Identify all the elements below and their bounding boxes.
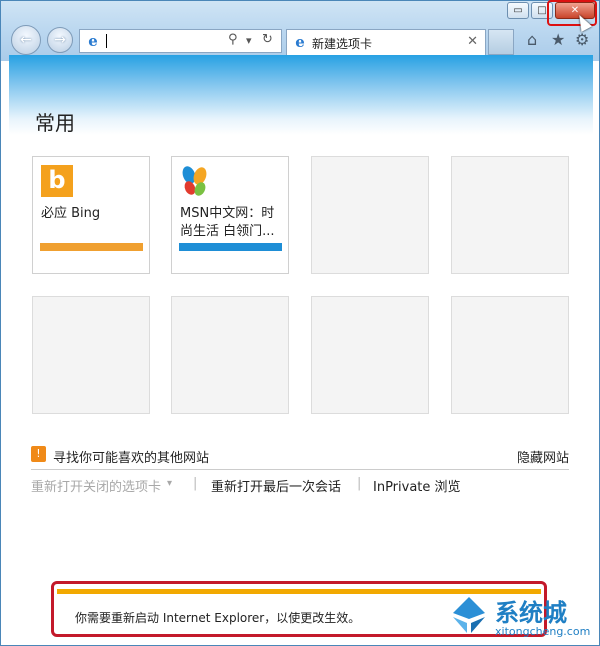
- tile-msn[interactable]: MSN中文网：时尚生活 白领门...: [171, 156, 289, 274]
- watermark-url: xitongcheng.com: [495, 625, 591, 638]
- page-title: 常用: [35, 111, 75, 135]
- title-bar: ▭ □ ✕ ← → e ⚲ ▾ ↻ e 新建选项卡 ✕ ⌂ ★ ⚙: [1, 0, 599, 61]
- new-tab-button[interactable]: [488, 29, 514, 55]
- bing-logo-icon: b: [41, 165, 73, 197]
- dropdown-icon[interactable]: ▾: [246, 34, 252, 47]
- tile-bing[interactable]: b 必应 Bing: [32, 156, 150, 274]
- lightbulb-icon: !: [31, 446, 46, 462]
- tile-title: 必应 Bing: [41, 206, 101, 221]
- watermark-logo-icon: [453, 597, 485, 633]
- refresh-icon[interactable]: ↻: [262, 32, 273, 47]
- home-icon[interactable]: ⌂: [527, 30, 537, 49]
- settings-icon[interactable]: ⚙: [575, 30, 589, 49]
- ie-tab-icon: e: [295, 33, 305, 51]
- tile-empty[interactable]: [311, 296, 429, 414]
- ie-window: ▭ □ ✕ ← → e ⚲ ▾ ↻ e 新建选项卡 ✕ ⌂ ★ ⚙ 常用 b 必…: [0, 0, 600, 646]
- favorites-icon[interactable]: ★: [551, 30, 565, 49]
- forward-arrow-icon: →: [54, 32, 66, 48]
- tile-title: MSN中文网：时尚生活 白领门...: [180, 206, 275, 239]
- address-bar[interactable]: e ⚲ ▾ ↻: [79, 29, 282, 53]
- watermark: 系统城 xitongcheng.com: [447, 591, 597, 645]
- hide-sites-link[interactable]: 隐藏网站: [517, 447, 569, 466]
- inprivate-link[interactable]: InPrivate 浏览: [373, 476, 461, 495]
- minimize-button[interactable]: ▭: [507, 2, 529, 19]
- link-separator: |: [193, 476, 198, 491]
- ie-logo-icon: e: [88, 32, 98, 50]
- divider: [31, 469, 569, 470]
- reopen-closed-tabs-link[interactable]: 重新打开关闭的选项卡: [31, 476, 161, 495]
- tab-new-tab[interactable]: e 新建选项卡 ✕: [286, 29, 486, 55]
- link-separator: |: [357, 476, 362, 491]
- tile-bar: [40, 243, 143, 251]
- text-caret: [106, 34, 107, 48]
- watermark-brand: 系统城: [495, 599, 567, 627]
- msn-butterfly-icon: [182, 166, 207, 196]
- tile-empty[interactable]: [171, 296, 289, 414]
- tile-empty[interactable]: [311, 156, 429, 274]
- tab-close-icon[interactable]: ✕: [467, 34, 478, 49]
- suggest-sites-link[interactable]: 寻找你可能喜欢的其他网站: [53, 447, 209, 466]
- chevron-down-icon[interactable]: ▾: [167, 478, 172, 489]
- reopen-last-session-link[interactable]: 重新打开最后一次会话: [211, 476, 341, 495]
- tile-bar: [179, 243, 282, 251]
- back-arrow-icon: ←: [20, 32, 32, 48]
- tile-empty[interactable]: [451, 156, 569, 274]
- new-tab-page: 常用 b 必应 Bing MSN中文网：时尚生活 白领门... ! 寻找你可能喜…: [9, 55, 593, 640]
- tile-empty[interactable]: [32, 296, 150, 414]
- tab-label: 新建选项卡: [312, 37, 373, 51]
- back-button[interactable]: ←: [11, 25, 41, 55]
- search-icon[interactable]: ⚲: [228, 32, 238, 47]
- tile-empty[interactable]: [451, 296, 569, 414]
- forward-button[interactable]: →: [47, 27, 73, 53]
- page-banner: [9, 55, 593, 135]
